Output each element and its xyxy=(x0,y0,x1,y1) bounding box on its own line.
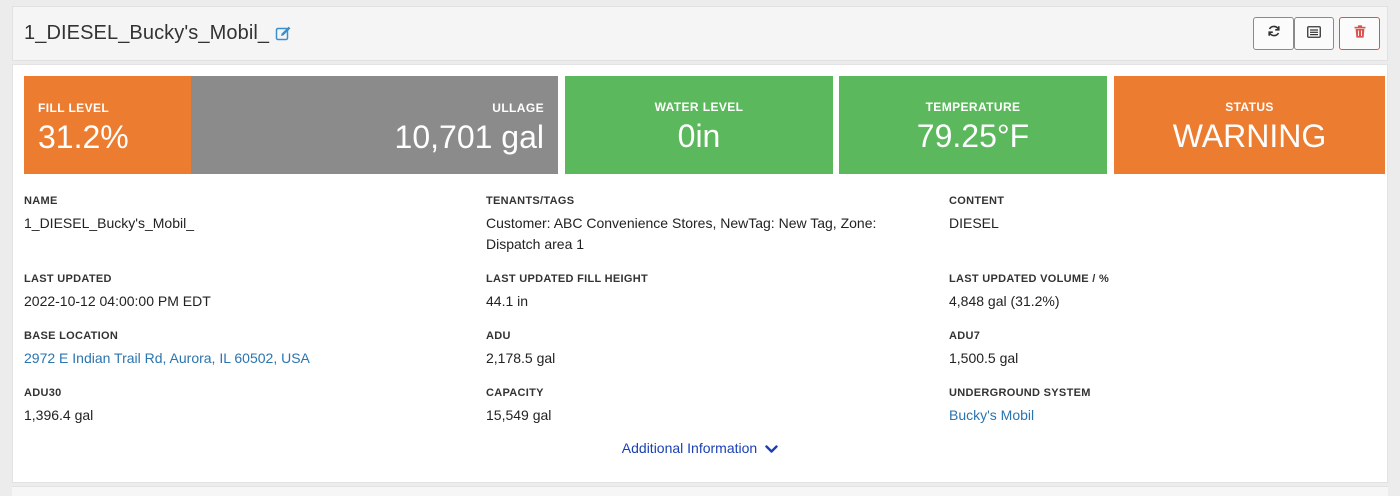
field-adu7: ADU7 1,500.5 gal xyxy=(949,330,1369,369)
ullage-text: ULLAGE 10,701 gal xyxy=(395,101,544,153)
page-title: 1_DIESEL_Bucky's_Mobil_ xyxy=(24,22,270,44)
refresh-icon xyxy=(1267,24,1281,43)
field-value: 1,396.4 gal xyxy=(24,407,94,423)
field-underground-system: UNDERGROUND SYSTEM Bucky's Mobil xyxy=(949,387,1369,426)
underground-system-link[interactable]: Bucky's Mobil xyxy=(949,405,1369,426)
water-level-label: WATER LEVEL xyxy=(654,100,744,114)
field-tenants-tags: TENANTS/TAGS Customer: ABC Convenience S… xyxy=(486,195,916,255)
field-value: 1,500.5 gal xyxy=(949,350,1019,366)
water-level-value: 0in xyxy=(677,118,721,154)
field-label: LAST UPDATED VOLUME / % xyxy=(949,273,1110,285)
additional-information-toggle[interactable]: Additional Information xyxy=(13,440,1387,457)
temperature-tile: TEMPERATURE 79.25°F xyxy=(839,76,1107,174)
field-label: CONTENT xyxy=(949,195,1005,207)
tank-header: 1_DIESEL_Bucky's_Mobil_ xyxy=(12,6,1388,61)
field-last-volume: LAST UPDATED VOLUME / % 4,848 gal (31.2%… xyxy=(949,273,1369,312)
trash-icon xyxy=(1354,24,1366,43)
field-label: NAME xyxy=(24,195,58,207)
ullage-value: 10,701 gal xyxy=(394,119,544,155)
field-value: 1_DIESEL_Bucky's_Mobil_ xyxy=(24,215,194,231)
field-label: ADU7 xyxy=(949,330,981,342)
temperature-value: 79.25°F xyxy=(916,118,1030,154)
field-label: TENANTS/TAGS xyxy=(486,195,575,207)
field-last-fill-height: LAST UPDATED FILL HEIGHT 44.1 in xyxy=(486,273,926,312)
field-value: 15,549 gal xyxy=(486,407,552,423)
chevron-down-icon xyxy=(765,441,778,457)
field-base-location: BASE LOCATION 2972 E Indian Trail Rd, Au… xyxy=(24,330,464,369)
field-value: DIESEL xyxy=(949,215,999,231)
field-adu30: ADU30 1,396.4 gal xyxy=(24,387,464,426)
field-adu: ADU 2,178.5 gal xyxy=(486,330,926,369)
field-content: CONTENT DIESEL xyxy=(949,195,1369,234)
field-label: UNDERGROUND SYSTEM xyxy=(949,387,1091,399)
field-value: 2022-10-12 04:00:00 PM EDT xyxy=(24,293,211,309)
field-value: 44.1 in xyxy=(486,293,529,309)
field-label: ADU30 xyxy=(24,387,62,399)
list-icon xyxy=(1307,25,1321,43)
field-label: CAPACITY xyxy=(486,387,544,399)
additional-information-label: Additional Information xyxy=(621,440,758,456)
field-label: BASE LOCATION xyxy=(24,330,119,342)
water-level-tile: WATER LEVEL 0in xyxy=(565,76,833,174)
fill-level-value: 31.2% xyxy=(38,119,129,155)
details-button[interactable] xyxy=(1294,17,1334,50)
field-name: NAME 1_DIESEL_Bucky's_Mobil_ xyxy=(24,195,464,234)
temperature-label: TEMPERATURE xyxy=(925,100,1021,114)
status-label: STATUS xyxy=(1225,100,1274,114)
title-wrap: 1_DIESEL_Bucky's_Mobil_ xyxy=(24,22,292,45)
field-value: Customer: ABC Convenience Stores, NewTag… xyxy=(486,215,877,252)
status-tile: STATUS WARNING xyxy=(1114,76,1385,174)
status-value: WARNING xyxy=(1172,118,1327,154)
edit-icon[interactable] xyxy=(275,25,292,42)
tank-details-card: FILL LEVEL 31.2% ULLAGE 10,701 gal WATER… xyxy=(12,64,1388,483)
field-label: LAST UPDATED FILL HEIGHT xyxy=(486,273,649,285)
field-label: ADU xyxy=(486,330,511,342)
delete-button[interactable] xyxy=(1339,17,1380,50)
refresh-button[interactable] xyxy=(1253,17,1294,50)
field-value: 4,848 gal (31.2%) xyxy=(949,293,1060,309)
fill-level-text: FILL LEVEL 31.2% xyxy=(38,101,129,153)
fill-level-tile: FILL LEVEL 31.2% ULLAGE 10,701 gal xyxy=(24,76,558,174)
field-value: 2,178.5 gal xyxy=(486,350,556,366)
ullage-label: ULLAGE xyxy=(492,101,544,115)
field-label: LAST UPDATED xyxy=(24,273,112,285)
field-capacity: CAPACITY 15,549 gal xyxy=(486,387,926,426)
field-last-updated: LAST UPDATED 2022-10-12 04:00:00 PM EDT xyxy=(24,273,464,312)
fill-level-label: FILL LEVEL xyxy=(38,101,110,115)
base-location-link[interactable]: 2972 E Indian Trail Rd, Aurora, IL 60502… xyxy=(24,348,464,369)
